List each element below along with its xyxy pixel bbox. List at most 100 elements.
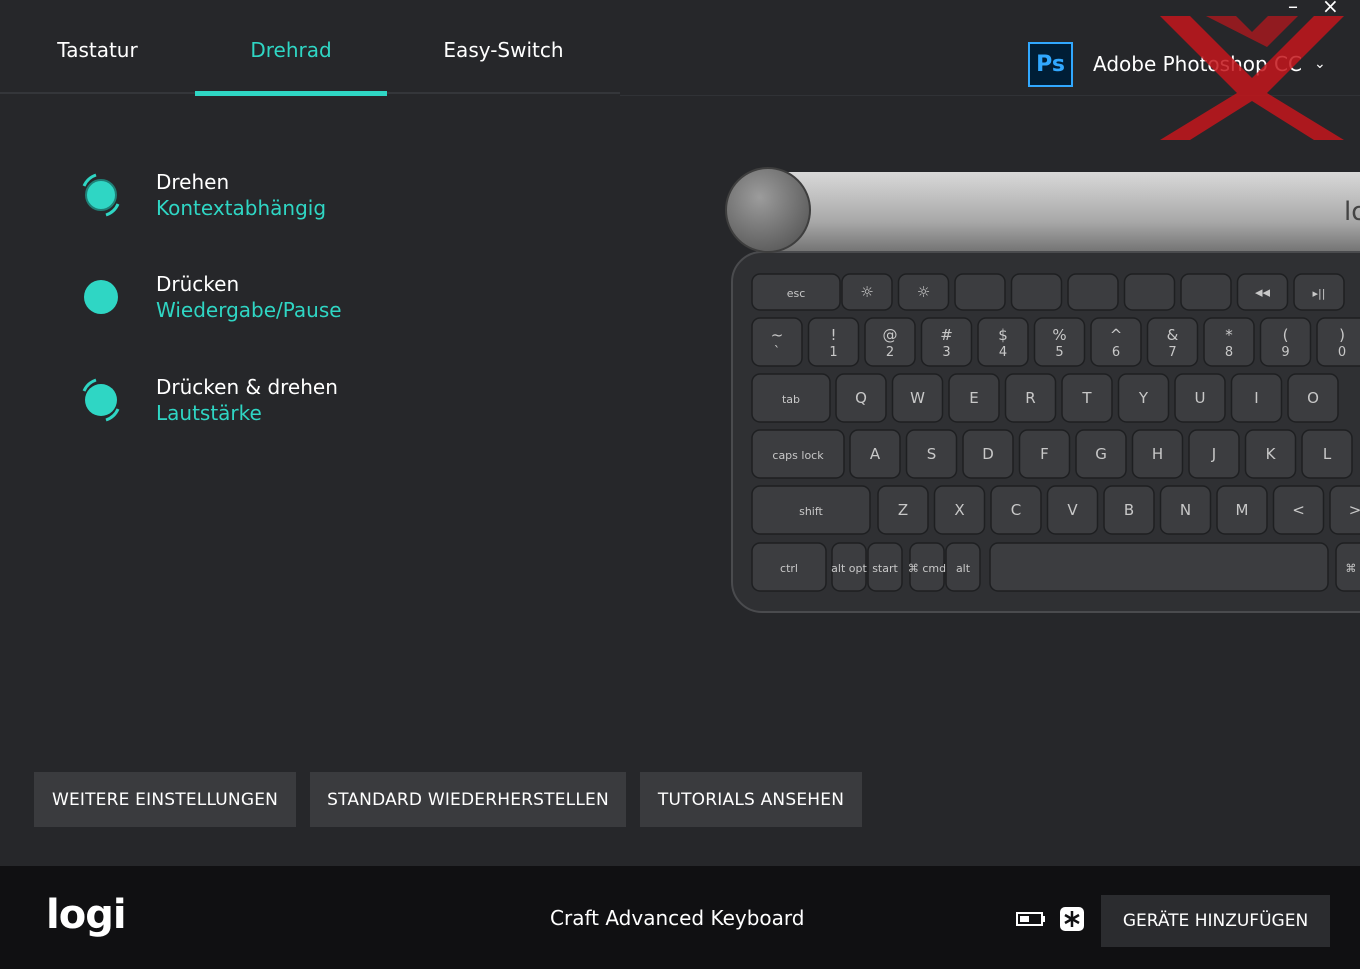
key-modifier: [989, 542, 1329, 592]
more-settings-button[interactable]: WEITERE EINSTELLUNGEN: [34, 772, 296, 827]
key-label: (: [1283, 326, 1289, 344]
key-num: %5: [1033, 317, 1086, 367]
key-label: !: [830, 326, 836, 344]
key-letter: Z: [877, 485, 929, 535]
key-num: ^6: [1090, 317, 1142, 367]
key-letter: L: [1301, 429, 1353, 479]
key-num: !1: [807, 317, 860, 367]
action-rotate[interactable]: Drehen Kontextabhängig: [76, 170, 596, 230]
action-press[interactable]: Drücken Wiedergabe/Pause: [76, 272, 596, 332]
key-letter: H: [1131, 429, 1184, 479]
battery-icon: [1016, 912, 1045, 926]
key-label: @: [883, 326, 898, 344]
key-letter: X: [933, 485, 986, 535]
add-devices-button[interactable]: GERÄTE HINZUFÜGEN: [1101, 895, 1330, 947]
key-num: @2: [864, 317, 916, 367]
tab-dial-label: Drehrad: [250, 38, 332, 62]
action-value: Kontextabhängig: [156, 196, 327, 220]
press-dial-icon: [84, 280, 118, 314]
key-fn: ▸||: [1293, 273, 1345, 311]
footer: logi Craft Advanced Keyboard GERÄTE HINZ…: [0, 866, 1360, 969]
key-modifier: alt opt: [831, 542, 867, 592]
key-label: F: [1040, 445, 1049, 463]
key-letter: B: [1103, 485, 1155, 535]
key-label: &: [1167, 326, 1179, 344]
key-label: Z: [898, 501, 908, 519]
key-modifier: ⌘ cmd: [908, 542, 946, 592]
key-fn: esc: [751, 273, 841, 311]
key-label: U: [1195, 389, 1206, 407]
key-letter: shift: [751, 485, 871, 535]
key-modifier: start: [867, 542, 903, 592]
key-sublabel: 7: [1168, 345, 1176, 360]
key-letter: T: [1061, 373, 1113, 423]
active-tab-indicator: [195, 91, 387, 96]
key-label: K: [1266, 445, 1277, 463]
key-fn: [1067, 273, 1119, 311]
key-letter: E: [948, 373, 1000, 423]
key-num: $4: [977, 317, 1029, 367]
key-label: R: [1025, 389, 1035, 407]
key-num: &7: [1146, 317, 1199, 367]
key-letter: tab: [751, 373, 831, 423]
key-label: B: [1124, 501, 1134, 519]
key-label: ⌘ cmd: [908, 562, 946, 575]
key-label: >: [1349, 501, 1360, 519]
restore-defaults-button[interactable]: STANDARD WIEDERHERSTELLEN: [310, 772, 626, 827]
key-letter: V: [1046, 485, 1099, 535]
tab-keyboard-label: Tastatur: [57, 38, 138, 62]
key-label: ): [1339, 326, 1345, 344]
key-letter: Y: [1117, 373, 1170, 423]
key-label: ☼: [860, 283, 873, 301]
device-name[interactable]: Craft Advanced Keyboard: [550, 906, 805, 930]
key-label: X: [954, 501, 964, 519]
key-label: N: [1180, 501, 1191, 519]
key-sublabel: 3: [942, 345, 950, 360]
key-sublabel: 4: [999, 345, 1007, 360]
key-label: *: [1225, 326, 1233, 344]
key-label: ^: [1110, 326, 1123, 344]
key-label: J: [1211, 445, 1216, 463]
key-sublabel: 6: [1112, 345, 1120, 360]
key-letter: F: [1018, 429, 1071, 479]
tutorials-button[interactable]: TUTORIALS ANSEHEN: [640, 772, 862, 827]
key-letter: Q: [835, 373, 887, 423]
key-label: S: [927, 445, 937, 463]
key-label: ⌘ cm: [1345, 562, 1360, 575]
key-letter: U: [1174, 373, 1226, 423]
key-label: L: [1323, 445, 1332, 463]
key-num: (9: [1259, 317, 1312, 367]
key-label: ~: [771, 326, 784, 344]
tab-dial[interactable]: Drehrad: [195, 38, 387, 96]
key-label: ctrl: [780, 562, 798, 575]
tab-bar: Tastatur Drehrad Easy-Switch: [0, 0, 620, 96]
key-label: alt: [956, 562, 971, 575]
key-num: )0: [1316, 317, 1360, 367]
key-sublabel: 5: [1055, 345, 1063, 360]
key-modifier: ctrl: [751, 542, 827, 592]
action-value: Wiedergabe/Pause: [156, 298, 342, 322]
key-letter: caps lock: [751, 429, 845, 479]
key-label: <: [1292, 501, 1305, 519]
action-press-rotate[interactable]: Drücken & drehen Lautstärke: [76, 375, 596, 435]
tab-easy-switch[interactable]: Easy-Switch: [387, 38, 620, 96]
key-letter: K: [1244, 429, 1297, 479]
tab-keyboard[interactable]: Tastatur: [0, 38, 195, 96]
key-fn: [1180, 273, 1232, 311]
key-fn: ☼: [897, 273, 950, 311]
key-label: $: [998, 326, 1008, 344]
rotate-dial-icon: [82, 173, 120, 217]
key-letter: O: [1287, 373, 1339, 423]
tab-easy-switch-label: Easy-Switch: [443, 38, 564, 62]
key-label: shift: [799, 505, 823, 518]
key-sublabel: 0: [1338, 345, 1346, 360]
key-num: ~`: [751, 317, 803, 367]
keyboard-top-bar: [762, 172, 1360, 256]
key-letter: S: [905, 429, 958, 479]
logi-logo: logi: [46, 892, 127, 938]
key-letter: M: [1216, 485, 1268, 535]
key-num: *8: [1203, 317, 1255, 367]
key-label: D: [982, 445, 994, 463]
key-modifier: alt: [945, 542, 981, 592]
key-label: caps lock: [772, 449, 824, 462]
